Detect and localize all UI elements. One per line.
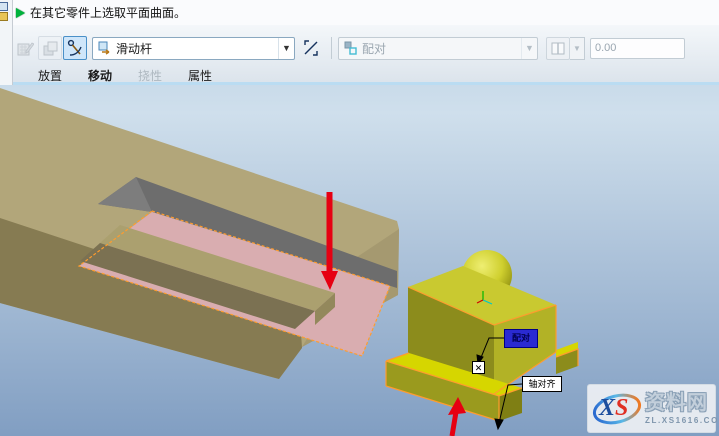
interface-place-icon	[17, 40, 34, 57]
constraint-select: 配对 ▼	[338, 37, 538, 60]
reference-constraint-tag[interactable]: 轴对齐	[522, 376, 562, 392]
status-bar: 在其它零件上选取平面曲面。	[0, 0, 719, 25]
move-component-icon	[66, 39, 84, 57]
offset-type-group: ▼	[546, 37, 585, 60]
prompt-arrow-icon	[16, 8, 25, 18]
cropped-cube-icon-1	[0, 2, 8, 11]
constraint-drag-handle[interactable]: ✕	[472, 361, 485, 374]
offset-type-dropdown-icon: ▼	[570, 37, 585, 60]
slider-component-part[interactable]	[386, 250, 578, 421]
toolbar-separator	[331, 37, 332, 59]
tab-move[interactable]: 移动	[88, 67, 112, 84]
status-message: 在其它零件上选取平面曲面。	[30, 4, 186, 21]
constraint-select-dropdown-icon: ▼	[521, 38, 537, 59]
watermark-xs-text: XS	[599, 395, 628, 422]
left-toolbar-strip	[0, 0, 13, 85]
watermark-site-name: 资料网	[645, 393, 708, 413]
watermark-site-url: ZL.XS1616.COM	[645, 416, 719, 425]
constraint-type-icon	[344, 41, 358, 55]
offset-type-button	[546, 37, 570, 60]
component-select-dropdown-icon[interactable]: ▼	[278, 38, 294, 59]
dashboard-tabs: 放置 移动 挠性 属性	[38, 65, 212, 85]
component-select[interactable]: 滑动杆 ▼	[92, 37, 295, 60]
watermark-panel: XS 资料网 ZL.XS1616.COM	[587, 384, 716, 433]
dashboard-row-controls: 滑动杆 ▼ 配对 ▼ ▼	[13, 35, 719, 61]
tab-flexibility: 挠性	[138, 67, 162, 84]
manual-place-button	[38, 36, 62, 60]
manual-place-icon	[42, 40, 59, 57]
flip-constraint-button[interactable]	[299, 36, 323, 60]
watermark-text: 资料网 ZL.XS1616.COM	[645, 393, 719, 425]
offset-type-icon	[551, 42, 565, 55]
placement-interface-button	[13, 36, 37, 60]
graphics-viewport[interactable]: ✕ 配对 轴对齐 XS 资料网 ZL.XS1616.COM	[0, 85, 719, 436]
component-icon	[98, 41, 112, 55]
tab-placement[interactable]: 放置	[38, 67, 62, 84]
base-plate-part[interactable]	[0, 88, 399, 379]
offset-value-input	[590, 38, 685, 59]
cropped-cube-icon-2	[0, 12, 8, 21]
component-select-value: 滑动杆	[116, 40, 278, 57]
watermark-logo: XS	[591, 389, 643, 429]
active-constraint-tag[interactable]: 配对	[504, 329, 538, 348]
flip-arrows-icon	[302, 39, 320, 57]
constraint-select-value: 配对	[362, 40, 521, 57]
move-component-button[interactable]	[63, 36, 87, 60]
tab-properties[interactable]: 属性	[188, 67, 212, 84]
assembly-dashboard: 滑动杆 ▼ 配对 ▼ ▼	[0, 25, 719, 85]
